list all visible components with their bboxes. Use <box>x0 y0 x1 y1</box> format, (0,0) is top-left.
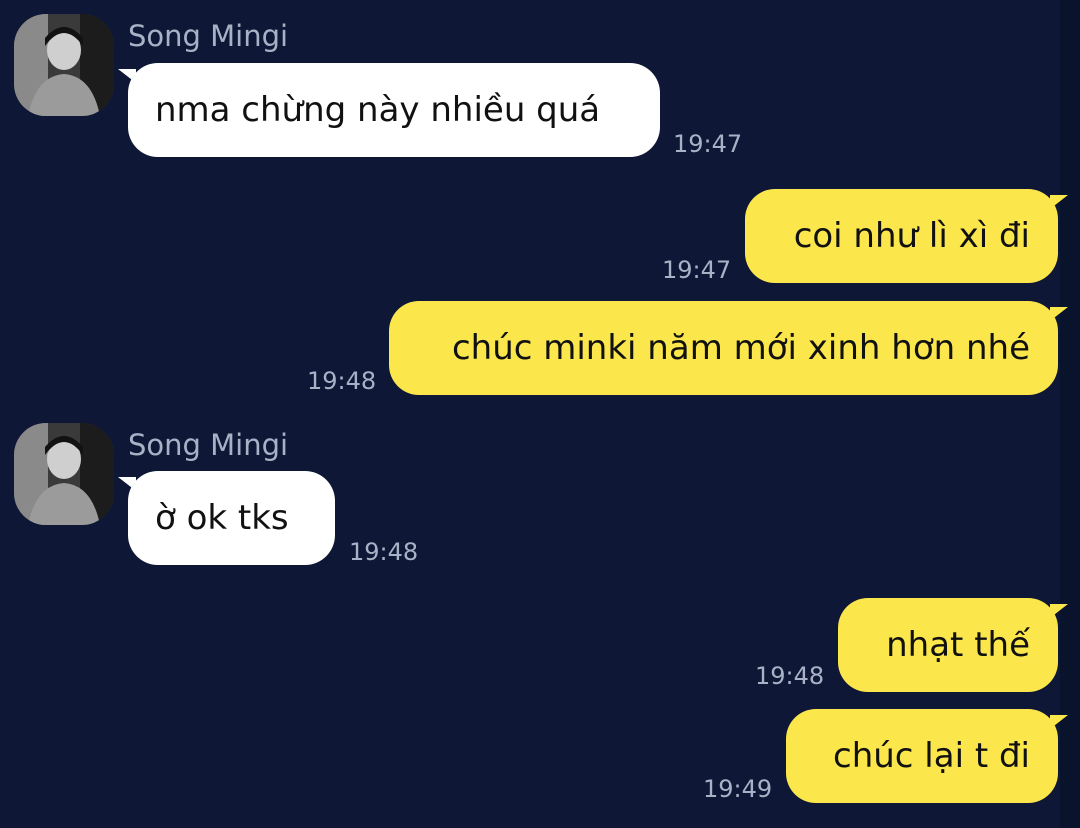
message-text: nma chừng này nhiều quá <box>155 90 601 130</box>
sender-avatar[interactable] <box>14 423 114 525</box>
message-bubble-incoming[interactable]: nma chừng này nhiều quá <box>118 63 660 157</box>
message-text: coi như lì xì đi <box>793 216 1030 256</box>
message-timestamp: 19:47 <box>662 256 732 284</box>
message-bubble-outgoing[interactable]: chúc lại t đi <box>786 709 1068 803</box>
message-bubble-outgoing[interactable]: coi như lì xì đi <box>745 189 1068 283</box>
message-timestamp: 19:49 <box>703 775 773 803</box>
message-timestamp: 19:48 <box>307 367 377 395</box>
message-text: ờ ok tks <box>155 498 289 538</box>
message-timestamp: 19:47 <box>673 130 743 158</box>
message-bubble-incoming[interactable]: ờ ok tks <box>118 471 335 565</box>
message-timestamp: 19:48 <box>349 538 419 566</box>
message-text: nhạt thế <box>886 625 1030 665</box>
message-bubble-outgoing[interactable]: nhạt thế <box>838 598 1068 692</box>
message-text: chúc lại t đi <box>833 736 1030 776</box>
message-timestamp: 19:48 <box>755 662 825 690</box>
sender-avatar[interactable] <box>14 14 114 116</box>
avatar-photo <box>14 423 114 525</box>
avatar-photo <box>14 14 114 116</box>
sender-name: Song Mingi <box>128 428 289 462</box>
sender-name: Song Mingi <box>128 19 289 53</box>
message-bubble-outgoing[interactable]: chúc minki năm mới xinh hơn nhé <box>389 301 1068 395</box>
scroll-edge <box>1060 0 1080 828</box>
message-text: chúc minki năm mới xinh hơn nhé <box>451 328 1030 368</box>
